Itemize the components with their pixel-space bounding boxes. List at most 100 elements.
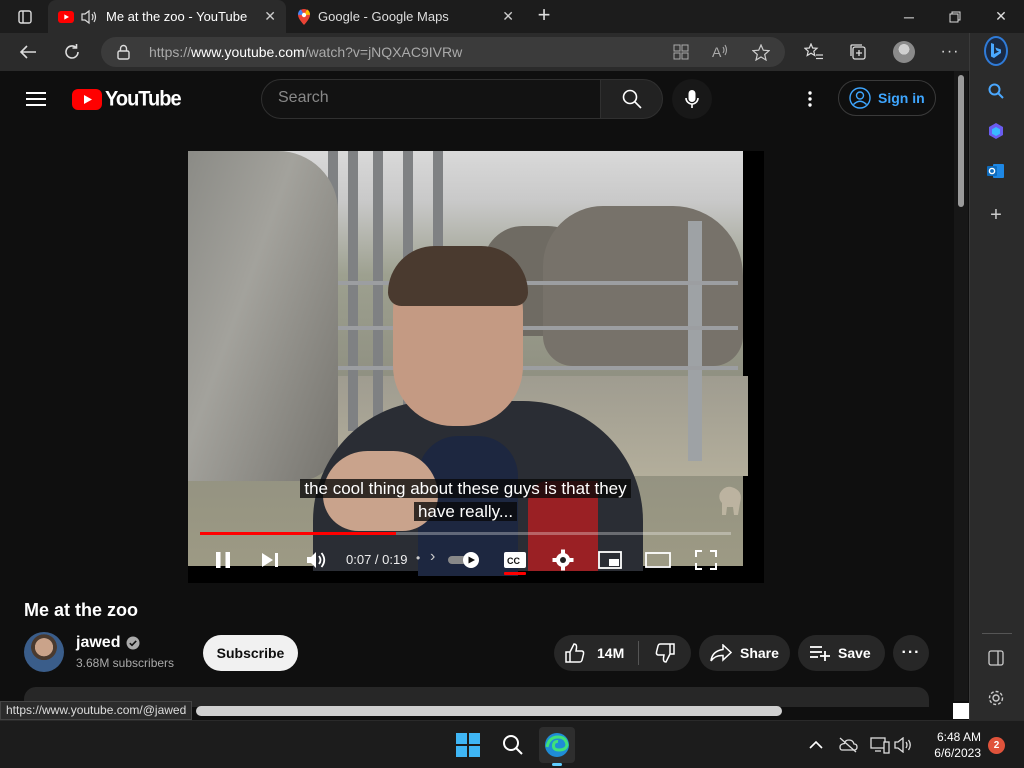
- hamburger-menu-icon[interactable]: [26, 91, 46, 107]
- channel-avatar[interactable]: [24, 632, 64, 672]
- sidebar-outlook-button[interactable]: [984, 159, 1008, 183]
- autoplay-toggle-icon: [448, 552, 479, 568]
- favorites-button[interactable]: [800, 39, 828, 65]
- scrollbar-thumb[interactable]: [958, 75, 964, 207]
- clock-time: 6:48 AM: [936, 730, 981, 744]
- lock-icon[interactable]: [117, 44, 130, 60]
- sidebar-settings-button[interactable]: [984, 686, 1008, 710]
- refresh-button[interactable]: [58, 39, 86, 65]
- dislike-button[interactable]: [639, 635, 691, 671]
- search-icon: [503, 735, 523, 755]
- theater-mode-icon: [645, 552, 671, 568]
- miniplayer-icon: [598, 551, 622, 569]
- url-text: https://www.youtube.com/watch?v=jNQXAC9I…: [149, 44, 463, 60]
- save-label: Save: [838, 645, 871, 661]
- captions-button[interactable]: CC: [500, 546, 530, 574]
- page-scrollbar[interactable]: [954, 71, 968, 701]
- youtube-wordmark: YouTube: [105, 86, 182, 111]
- closed-captions-icon: CC: [504, 552, 526, 568]
- favorite-star-icon[interactable]: [751, 43, 771, 61]
- taskbar-search-button[interactable]: [495, 727, 531, 763]
- status-link-preview: https://www.youtube.com/@jawed: [0, 701, 193, 720]
- tab-youtube[interactable]: Me at the zoo - YouTube ✕: [48, 0, 286, 33]
- sign-in-label: Sign in: [878, 90, 925, 106]
- profile-button[interactable]: [890, 39, 918, 65]
- speaker-icon[interactable]: [80, 9, 98, 25]
- next-button[interactable]: [255, 546, 285, 574]
- fullscreen-button[interactable]: [691, 546, 721, 574]
- clock-date: 6/6/2023: [934, 746, 981, 760]
- voice-search-button[interactable]: [672, 79, 712, 119]
- captions-active-indicator: [504, 572, 526, 575]
- show-hidden-icons-button[interactable]: [806, 735, 826, 755]
- more-actions-button[interactable]: ···: [893, 635, 929, 671]
- start-button[interactable]: [450, 727, 486, 763]
- sign-in-button[interactable]: Sign in: [838, 80, 936, 116]
- volume-tray-icon[interactable]: [894, 735, 914, 755]
- search-input[interactable]: [278, 89, 578, 107]
- read-aloud-icon[interactable]: A: [711, 43, 731, 61]
- subscriber-count: 3.68M subscribers: [76, 656, 175, 670]
- bing-chat-button[interactable]: [984, 36, 1008, 66]
- youtube-favicon-icon: [58, 10, 74, 23]
- profile-avatar: [893, 41, 915, 63]
- back-button[interactable]: [14, 39, 42, 65]
- tab-close-icon[interactable]: ✕: [502, 8, 514, 25]
- tab-google-maps[interactable]: Google - Google Maps ✕: [288, 0, 524, 33]
- new-tab-button[interactable]: +: [532, 4, 556, 28]
- search-box[interactable]: [261, 79, 601, 119]
- settings-more-button[interactable]: ···: [936, 39, 964, 65]
- tab-actions-button[interactable]: [8, 5, 42, 29]
- restore-button[interactable]: [932, 0, 978, 33]
- address-bar[interactable]: https://www.youtube.com/watch?v=jNQXAC9I…: [101, 37, 785, 67]
- autoplay-toggle[interactable]: [446, 546, 482, 574]
- progress-bar[interactable]: [200, 532, 731, 535]
- settings-menu-button[interactable]: [796, 85, 824, 113]
- youtube-header: YouTube Sign in: [0, 71, 954, 127]
- taskbar-edge-button[interactable]: [539, 727, 575, 763]
- video-caption: the cool thing about these guys is that …: [188, 477, 743, 523]
- channel-name-row: jawed: [76, 634, 140, 652]
- channel-name[interactable]: jawed: [76, 634, 120, 652]
- share-label: Share: [740, 645, 779, 661]
- sidebar-search-button[interactable]: [984, 79, 1008, 103]
- subscribe-button[interactable]: Subscribe: [203, 635, 298, 671]
- like-button[interactable]: 14M: [554, 635, 638, 671]
- back-arrow-icon: [19, 45, 36, 59]
- theater-mode-button[interactable]: [643, 546, 673, 574]
- more-horizontal-icon: ···: [940, 43, 960, 60]
- microphone-icon: [685, 90, 699, 108]
- verified-badge-icon: [126, 636, 140, 650]
- taskbar-clock[interactable]: 6:48 AM 6/6/2023: [925, 729, 981, 761]
- browser-toolbar: https://www.youtube.com/watch?v=jNQXAC9I…: [0, 33, 1024, 71]
- search-icon: [622, 89, 642, 109]
- save-button[interactable]: Save: [798, 635, 885, 671]
- sidebar-add-button[interactable]: +: [984, 203, 1008, 227]
- horizontal-scrollbar[interactable]: [196, 706, 782, 716]
- mute-button[interactable]: [302, 546, 332, 574]
- pause-button[interactable]: [208, 546, 238, 574]
- tab-close-icon[interactable]: ✕: [264, 8, 276, 25]
- notification-badge[interactable]: 2: [988, 737, 1005, 754]
- gear-icon: [988, 690, 1004, 706]
- like-count: 14M: [597, 645, 625, 661]
- account-circle-icon: [849, 87, 871, 109]
- gear-icon: [552, 549, 574, 571]
- hide-sidebar-button[interactable]: [984, 646, 1008, 670]
- miniplayer-button[interactable]: [595, 546, 625, 574]
- video-player[interactable]: the cool thing about these guys is that …: [188, 151, 764, 583]
- onedrive-tray-icon[interactable]: [838, 735, 858, 755]
- settings-button[interactable]: [548, 546, 578, 574]
- network-tray-icon[interactable]: [870, 735, 890, 755]
- minimize-button[interactable]: ─: [886, 0, 932, 33]
- search-button[interactable]: [600, 79, 663, 119]
- youtube-logo[interactable]: YouTube: [72, 86, 182, 111]
- playlist-add-icon: [810, 646, 830, 661]
- tab-title: Google - Google Maps: [318, 9, 449, 24]
- share-button[interactable]: Share: [699, 635, 790, 671]
- chapter-arrow-icon[interactable]: ›: [430, 548, 435, 566]
- app-available-icon[interactable]: [671, 43, 691, 61]
- collections-button[interactable]: [844, 39, 872, 65]
- sidebar-copilot-button[interactable]: [984, 119, 1008, 143]
- close-window-button[interactable]: ✕: [978, 0, 1024, 33]
